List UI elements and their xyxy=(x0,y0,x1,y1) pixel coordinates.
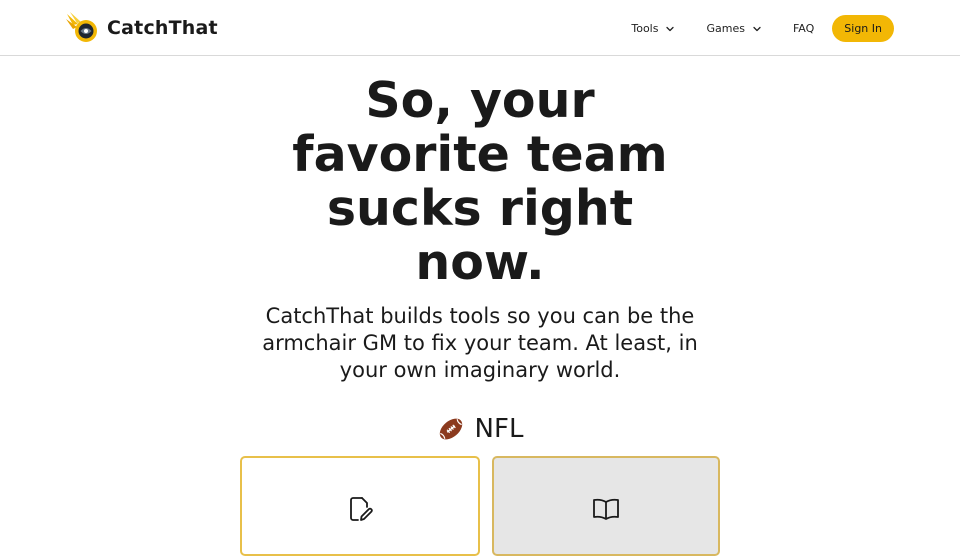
nav-tools-label: Tools xyxy=(631,22,659,35)
sign-in-button[interactable]: Sign In xyxy=(832,15,894,42)
nfl-section-heading: NFL xyxy=(380,412,580,446)
nav-tools-dropdown[interactable]: Tools xyxy=(631,22,676,35)
hero-title-line: So, your xyxy=(365,72,595,129)
hero-title-line: favorite team xyxy=(292,126,668,183)
hero-title: So, your favorite team sucks right now. xyxy=(180,74,780,290)
tool-card-editor[interactable] xyxy=(240,456,480,556)
nav-faq-label: FAQ xyxy=(792,22,815,35)
brand-name: CatchThat xyxy=(107,17,218,39)
brand-home-link[interactable]: CatchThat xyxy=(64,10,218,46)
hero-subtitle-line: armchair GM to fix your team. At least, … xyxy=(262,331,698,355)
flaming-football-logo-icon xyxy=(66,12,97,42)
hero-subtitle-line: CatchThat builds tools so you can be the xyxy=(265,304,695,328)
chevron-down-icon xyxy=(753,26,761,31)
nav-games-label: Games xyxy=(706,22,745,35)
nav-faq-link[interactable]: FAQ xyxy=(793,22,814,35)
edit-document-icon xyxy=(350,497,373,521)
hero-title-line: sucks right xyxy=(326,180,634,237)
tool-card-guide[interactable] xyxy=(492,456,720,556)
section-label: NFL xyxy=(474,414,524,444)
hero-title-line: now. xyxy=(415,234,545,291)
chevron-down-icon xyxy=(666,26,675,31)
nav-menu: Tools Games FAQ Sign In xyxy=(631,15,894,42)
nav-games-dropdown[interactable]: Games xyxy=(706,22,762,35)
football-icon xyxy=(439,418,462,440)
open-book-icon xyxy=(593,498,619,520)
hero-subtitle-line: your own imaginary world. xyxy=(339,358,621,382)
hero-subtitle: CatchThat builds tools so you can be the… xyxy=(230,303,730,384)
top-navbar: CatchThat Tools Games FAQ Sign In xyxy=(0,0,960,56)
